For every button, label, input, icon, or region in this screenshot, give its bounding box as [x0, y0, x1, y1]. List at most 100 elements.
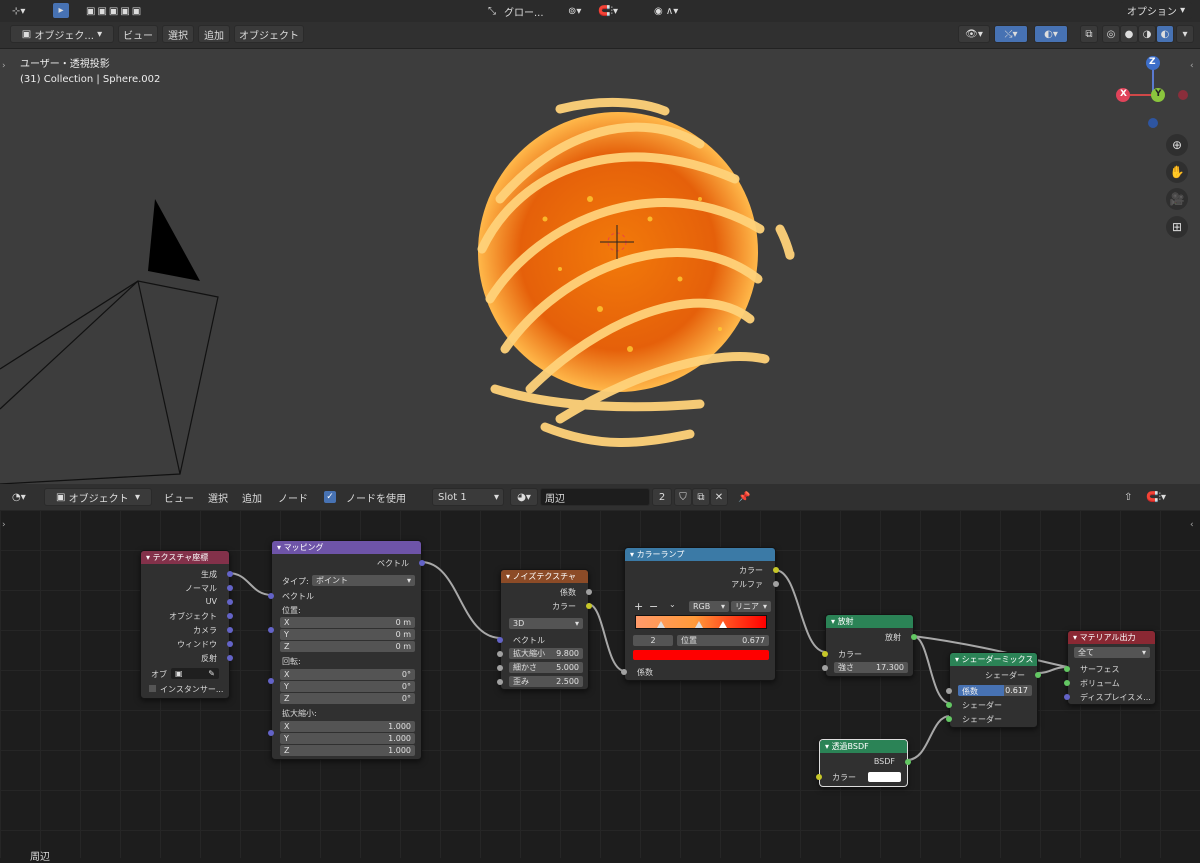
menu-add[interactable]: 追加	[198, 25, 230, 43]
color-mode-dropdown[interactable]: RGB ▾	[689, 601, 729, 612]
sidebar-toggle-icon[interactable]: ‹	[1190, 61, 1194, 71]
strength-field[interactable]: 強さ 17.300	[834, 662, 908, 673]
scale-y[interactable]: Y 1.000	[280, 733, 415, 744]
location-y[interactable]: Y 0 m	[280, 629, 415, 640]
ramp-stop[interactable]	[695, 621, 703, 628]
toolbar-toggle-icon[interactable]: ›	[2, 61, 6, 71]
material-users-count[interactable]: 2	[652, 488, 672, 506]
input-socket[interactable]	[268, 730, 274, 736]
shader-type-dropdown[interactable]: ▣ オブジェクト ▾	[44, 488, 152, 506]
overlay-toggle[interactable]: ◐▾	[1034, 25, 1068, 43]
output-socket[interactable]	[227, 627, 233, 633]
xray-toggle[interactable]: ⧉	[1080, 25, 1098, 43]
output-socket[interactable]	[586, 603, 592, 609]
duplicate-material-icon[interactable]: ⧉	[692, 488, 710, 506]
pivot-icon[interactable]: ⊚▾	[564, 3, 585, 19]
mode-dropdown[interactable]: ▣ オブジェク... ▾	[10, 25, 114, 43]
menu-view[interactable]: ビュー	[118, 25, 158, 43]
visibility-dropdown[interactable]: 👁▾	[958, 25, 990, 43]
snap-icon[interactable]: 🧲⫶▾	[594, 3, 622, 19]
node-menu-view[interactable]: ビュー	[160, 489, 198, 505]
fac-field[interactable]: 係数 0.617	[958, 685, 1032, 696]
output-socket[interactable]	[227, 585, 233, 591]
material-browse-button[interactable]: ◕▾	[510, 488, 538, 506]
node-menu-add[interactable]: 追加	[238, 489, 266, 505]
instancer-checkbox[interactable]: インスタンサー...	[149, 684, 223, 695]
node-mix-shader[interactable]: ▾ シェーダーミックス シェーダー 係数 0.617 シェーダー シェーダー	[946, 652, 1041, 728]
input-socket[interactable]	[1064, 666, 1070, 672]
3d-viewport[interactable]: ユーザー・透視投影 (31) Collection | Sphere.002 Z…	[0, 48, 1200, 484]
node-emission[interactable]: ▾ 放射 放射 カラー 強さ 17.300	[822, 614, 917, 677]
node-mapping[interactable]: ▾ マッピング ベクトル タイプ: ポイント ▾ ベクトル 位置: X 0 m Y 0…	[268, 540, 425, 760]
output-socket[interactable]	[227, 599, 233, 605]
output-socket[interactable]	[905, 759, 911, 765]
input-socket[interactable]	[822, 665, 828, 671]
proportional-edit-icon[interactable]: ◉ ∧▾	[650, 3, 682, 19]
dimensions-dropdown[interactable]: 3D ▾	[509, 618, 583, 629]
ramp-stop[interactable]	[657, 621, 665, 628]
noise-scale-field[interactable]: 拡大縮小 9.800	[509, 648, 583, 659]
camera-view-icon[interactable]: 🎥	[1166, 188, 1188, 210]
node-editor-type-icon[interactable]: ◔▾	[8, 489, 30, 505]
input-socket[interactable]	[497, 637, 503, 643]
rotation-z[interactable]: Z 0°	[280, 693, 415, 704]
input-socket[interactable]	[1064, 694, 1070, 700]
rotation-x[interactable]: X 0°	[280, 669, 415, 680]
slot-dropdown[interactable]: Slot 1 ▾	[432, 488, 504, 506]
output-socket[interactable]	[227, 613, 233, 619]
node-toolbar-toggle-icon[interactable]: ›	[2, 520, 6, 530]
location-z[interactable]: Z 0 m	[280, 641, 415, 652]
ramp-menu-icon[interactable]: ⌄	[669, 600, 676, 609]
use-nodes-check-icon[interactable]: ✓	[324, 491, 336, 503]
select-tool-button[interactable]: ▸	[52, 2, 70, 19]
input-socket[interactable]	[946, 702, 952, 708]
output-socket[interactable]	[911, 634, 917, 640]
menu-object[interactable]: オブジェクト	[234, 25, 304, 43]
target-dropdown[interactable]: 全て ▾	[1074, 647, 1150, 658]
location-x[interactable]: X 0 m	[280, 617, 415, 628]
input-socket[interactable]	[268, 627, 274, 633]
input-socket[interactable]	[946, 688, 952, 694]
color-swatch[interactable]	[868, 772, 901, 782]
input-socket[interactable]	[497, 679, 503, 685]
add-stop-icon[interactable]: +	[634, 600, 643, 613]
output-socket[interactable]	[227, 571, 233, 577]
output-socket[interactable]	[227, 641, 233, 647]
shading-material[interactable]: ◑	[1138, 25, 1156, 43]
input-socket[interactable]	[497, 665, 503, 671]
input-socket[interactable]	[621, 669, 627, 675]
select-mode-icons[interactable]: ▣▣▣▣▣	[82, 3, 147, 19]
pan-hand-icon[interactable]: ✋	[1166, 161, 1188, 183]
parent-node-tree-icon[interactable]: ⇧	[1120, 489, 1136, 505]
input-socket[interactable]	[497, 651, 503, 657]
node-sidebar-toggle-icon[interactable]: ‹	[1190, 520, 1194, 530]
node-color-ramp[interactable]: ▾ カラーランプ カラー アルファ + − ⌄ RGB ▾ リニア ▾ 2 位置 0.…	[621, 547, 779, 681]
interpolation-dropdown[interactable]: リニア ▾	[731, 601, 771, 612]
shading-wireframe[interactable]: ◎	[1102, 25, 1120, 43]
stop-color-swatch[interactable]	[633, 650, 769, 660]
noise-detail-field[interactable]: 細かさ 5.000	[509, 662, 583, 673]
zoom-icon[interactable]: ⊕	[1166, 134, 1188, 156]
grid-perspective-icon[interactable]: ⊞	[1166, 216, 1188, 238]
input-socket[interactable]	[946, 716, 952, 722]
type-dropdown[interactable]: ポイント ▾	[312, 575, 415, 586]
input-socket[interactable]	[822, 651, 828, 657]
scale-x[interactable]: X 1.000	[280, 721, 415, 732]
output-socket[interactable]	[1035, 672, 1041, 678]
node-menu-node[interactable]: ノード	[274, 489, 312, 505]
noise-distortion-field[interactable]: 歪み 2.500	[509, 676, 583, 687]
node-material-output[interactable]: ▾ マテリアル出力 全て ▾ サーフェス ボリューム ディスプレイスメ...	[1064, 630, 1156, 705]
rotation-y[interactable]: Y 0°	[280, 681, 415, 692]
editor-type-icon[interactable]: ⊹▾	[8, 3, 29, 19]
input-socket[interactable]	[268, 678, 274, 684]
pin-icon[interactable]: 📌	[734, 489, 754, 505]
transform-orientation-icon[interactable]: ⤡	[484, 3, 500, 19]
input-socket[interactable]	[816, 774, 822, 780]
output-socket[interactable]	[586, 589, 592, 595]
node-noise-texture[interactable]: ▾ ノイズテクスチャ 係数 カラー 3D ▾ ベクトル 拡大縮小 9.800 細かさ…	[497, 569, 592, 690]
menu-select[interactable]: 選択	[162, 25, 194, 43]
shading-dropdown[interactable]: ▾	[1176, 25, 1194, 43]
shading-solid[interactable]: ●	[1120, 25, 1138, 43]
node-transparent-bsdf[interactable]: ▾ 透過BSDF BSDF カラー	[816, 739, 911, 787]
object-field[interactable]: ▣ ✎	[171, 668, 219, 679]
